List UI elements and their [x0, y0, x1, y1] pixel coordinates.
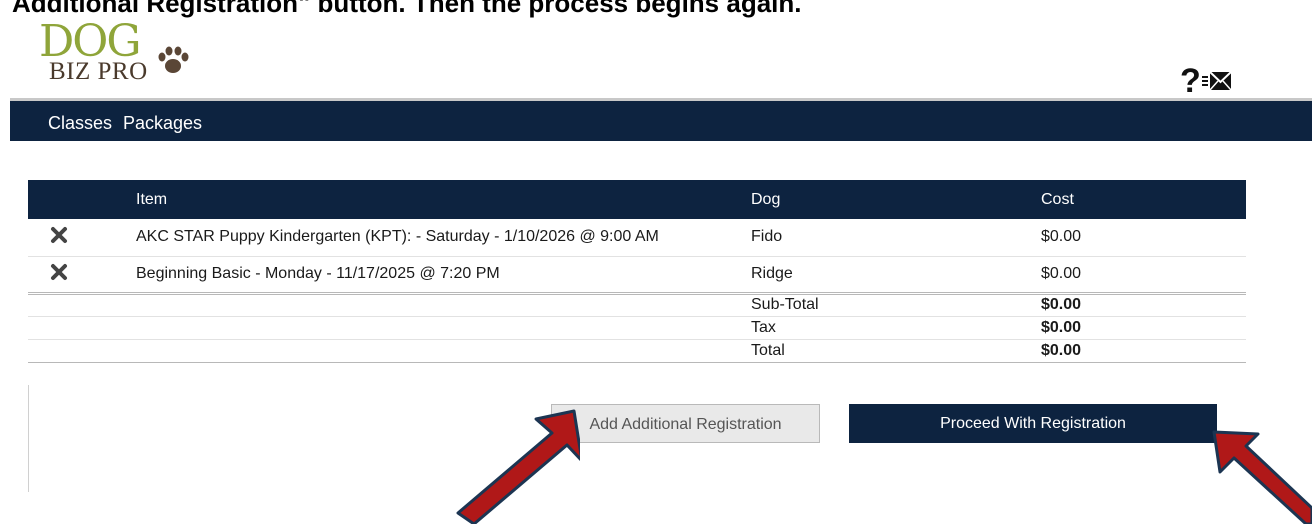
paw-icon: [158, 46, 189, 73]
cart-item-name: AKC STAR Puppy Kindergarten (KPT): - Sat…: [136, 219, 751, 257]
tax-label: Tax: [751, 316, 1041, 340]
cart-item-cost: $0.00: [1041, 256, 1246, 294]
proceed-with-registration-button[interactable]: Proceed With Registration: [849, 404, 1217, 443]
cost-column-header: Cost: [1041, 190, 1074, 208]
cart-row: AKC STAR Puppy Kindergarten (KPT): - Sat…: [28, 219, 1246, 257]
cart-header-row: Item Dog Cost: [28, 180, 1246, 219]
subtotal-label: Sub-Total: [751, 291, 1041, 317]
remove-item-icon[interactable]: [50, 226, 68, 244]
cart-table: Item Dog Cost AKC STAR Puppy Kindergarte…: [28, 180, 1246, 363]
tax-row: Tax $0.00: [28, 316, 1246, 340]
cart-row: Beginning Basic - Monday - 11/17/2025 @ …: [28, 256, 1246, 294]
total-label: Total: [751, 339, 1041, 363]
card-left-border: [28, 385, 29, 492]
tax-value: $0.00: [1041, 316, 1246, 340]
mail-icon[interactable]: [1202, 68, 1232, 94]
subtotal-value: $0.00: [1041, 291, 1246, 317]
logo-text-biz-pro: BIZ PRO: [49, 58, 148, 85]
total-row: Total $0.00: [28, 339, 1246, 363]
nav-item-classes[interactable]: Classes: [48, 113, 112, 134]
remove-item-icon[interactable]: [50, 263, 68, 281]
dog-biz-pro-logo[interactable]: DOG BIZ PRO: [37, 16, 197, 85]
cart-item-dog: Ridge: [751, 256, 1041, 294]
dog-column-header: Dog: [751, 190, 781, 208]
cart-item-cost: $0.00: [1041, 219, 1246, 257]
remove-column-header: [28, 180, 136, 219]
total-value: $0.00: [1041, 339, 1246, 363]
cart-item-name: Beginning Basic - Monday - 11/17/2025 @ …: [136, 256, 751, 294]
subtotal-row: Sub-Total $0.00: [28, 291, 1246, 317]
remove-cell: [28, 219, 136, 257]
remove-cell: [28, 256, 136, 294]
add-additional-registration-button[interactable]: Add Additional Registration: [551, 404, 820, 443]
help-icon[interactable]: ?: [1180, 64, 1201, 98]
arrow-pointing-add-button: [456, 409, 580, 524]
nav-item-packages[interactable]: Packages: [123, 113, 202, 134]
cart-item-dog: Fido: [751, 219, 1041, 257]
arrow-pointing-proceed-button: [1212, 430, 1312, 524]
item-column-header: Item: [136, 190, 168, 208]
main-nav: Classes Packages: [10, 101, 1312, 141]
